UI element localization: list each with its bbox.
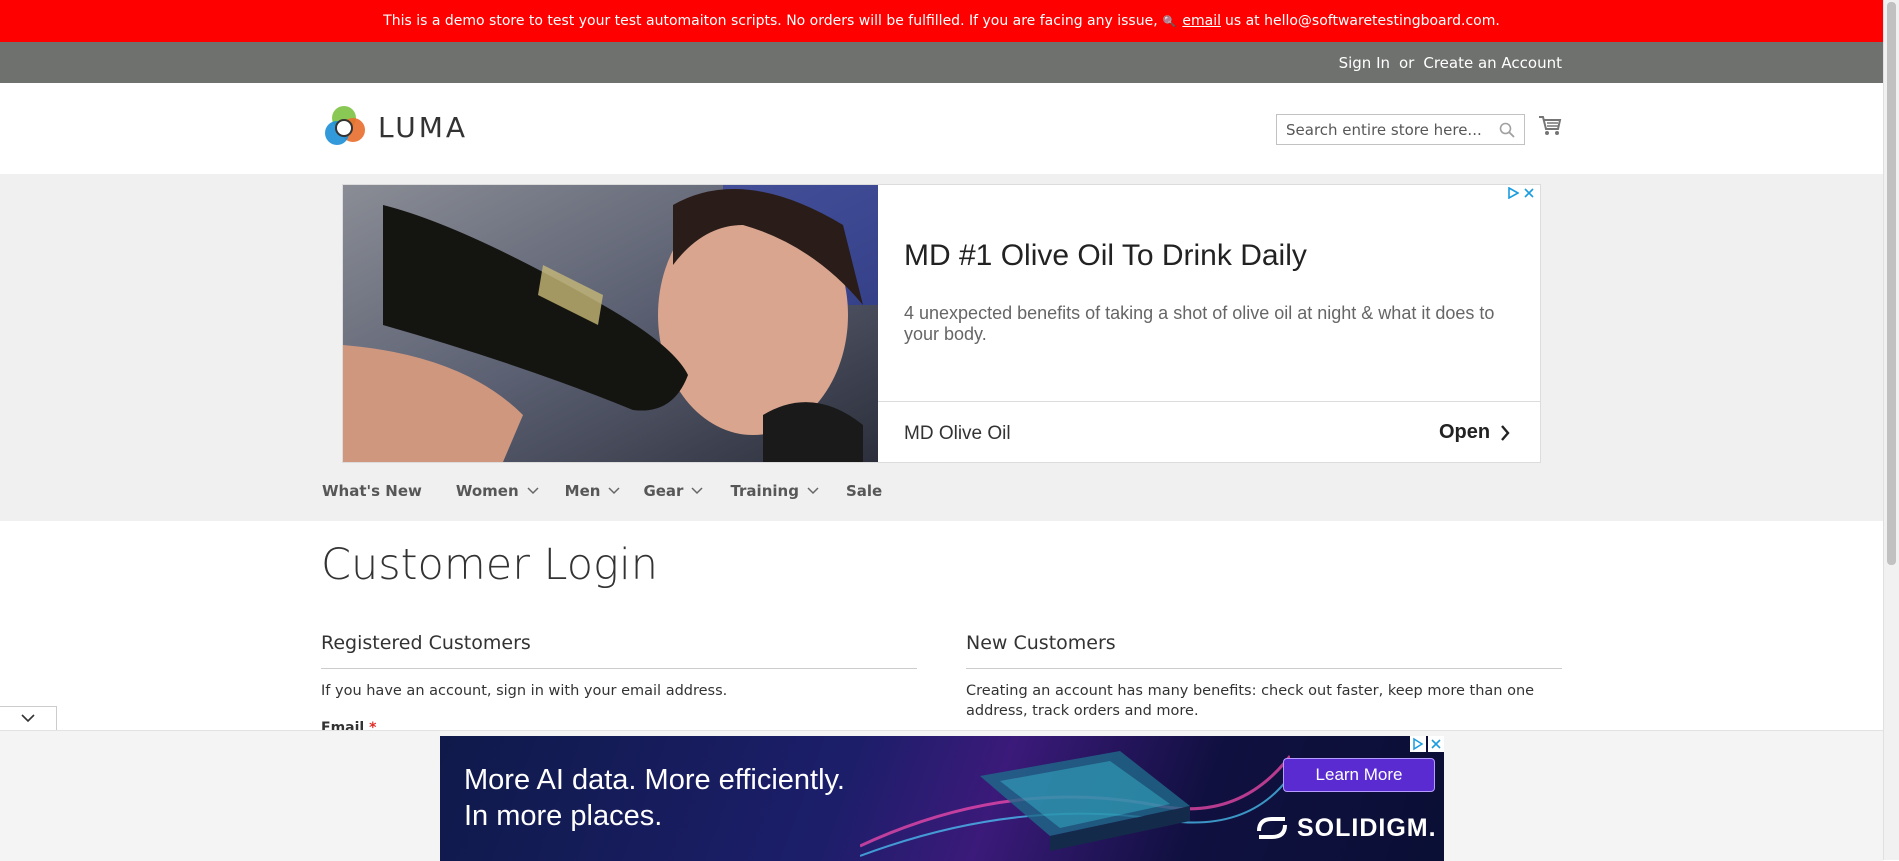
new-customers-block: New Customers Creating an account has ma… xyxy=(966,632,1562,721)
solidigm-brand: SOLIDIGM. xyxy=(1255,813,1437,843)
create-account-link[interactable]: Create an Account xyxy=(1423,54,1562,72)
ad-headline: More AI data. More efficiently. In more … xyxy=(464,762,845,834)
nav-item-sale[interactable]: Sale xyxy=(846,482,882,500)
nav-item-label: Training xyxy=(730,482,799,500)
ad-headline-line2: In more places. xyxy=(464,800,663,832)
header-links: Sign In or Create an Account xyxy=(1339,42,1562,83)
chevron-down-icon xyxy=(691,487,703,495)
ad-artwork xyxy=(860,751,1290,857)
nav-item-label: Gear xyxy=(643,482,684,500)
nav-item-label: Men xyxy=(564,482,601,500)
ad-choices-icon[interactable] xyxy=(1410,736,1426,752)
search-icon[interactable] xyxy=(1499,122,1515,138)
olive-oil-ad[interactable]: MD #1 Olive Oil To Drink Daily 4 unexpec… xyxy=(342,184,1541,463)
cart-icon xyxy=(1539,116,1562,135)
new-customers-text: Creating an account has many benefits: c… xyxy=(966,683,1535,719)
ad-title[interactable]: MD #1 Olive Oil To Drink Daily xyxy=(904,239,1307,273)
nav-item-training[interactable]: Training xyxy=(730,482,819,500)
ad-choices[interactable] xyxy=(1410,736,1444,752)
ad-open-label: Open xyxy=(1439,421,1491,443)
registered-customers-block: Registered Customers If you have an acco… xyxy=(321,632,917,701)
chevron-down-icon xyxy=(527,487,539,495)
cart-button[interactable] xyxy=(1538,115,1562,141)
nav-item-whats-new[interactable]: What's New xyxy=(322,482,422,500)
bottom-ad-bar: More AI data. More efficiently. In more … xyxy=(0,730,1883,861)
luma-logo-icon xyxy=(325,106,365,145)
nav-item-gear[interactable]: Gear xyxy=(643,482,703,500)
scrollbar-thumb[interactable] xyxy=(1887,2,1896,565)
nav-item-label: What's New xyxy=(322,482,422,500)
search-placeholder: Search entire store here... xyxy=(1286,120,1482,139)
close-icon[interactable] xyxy=(1524,188,1534,198)
ad-image[interactable] xyxy=(343,185,878,462)
page-header: LUMA Search entire store here... xyxy=(0,83,1883,174)
new-customers-heading: New Customers xyxy=(966,632,1562,669)
chevron-right-icon xyxy=(1501,424,1510,441)
page-scrollbar[interactable] xyxy=(1883,0,1899,860)
nav-section: MD #1 Olive Oil To Drink Daily 4 unexpec… xyxy=(0,174,1883,521)
sign-in-link[interactable]: Sign In xyxy=(1339,54,1390,72)
ad-advertiser[interactable]: MD Olive Oil xyxy=(904,423,1011,445)
luma-logo-text: LUMA xyxy=(378,110,469,144)
ad-description[interactable]: 4 unexpected benefits of taking a shot o… xyxy=(904,303,1514,345)
panel-header: Sign In or Create an Account xyxy=(0,42,1883,83)
ad-headline-line1: More AI data. More efficiently. xyxy=(464,764,845,796)
magnifier-icon: 🔍 xyxy=(1162,14,1177,28)
solidigm-logo-icon xyxy=(1257,817,1287,839)
learn-more-button[interactable]: Learn More xyxy=(1283,758,1435,792)
email-link[interactable]: email xyxy=(1182,13,1221,29)
nav-item-men[interactable]: Men xyxy=(565,482,621,500)
registered-customers-text: If you have an account, sign in with you… xyxy=(321,683,728,699)
solidigm-ad[interactable]: More AI data. More efficiently. In more … xyxy=(440,736,1444,861)
demo-notice-text: This is a demo store to test your test a… xyxy=(383,13,1158,29)
collapse-ad-button[interactable] xyxy=(0,706,57,730)
chevron-down-icon xyxy=(21,714,35,723)
luma-logo[interactable]: LUMA xyxy=(322,105,468,149)
nav-item-label: Women xyxy=(455,482,519,500)
search-input[interactable]: Search entire store here... xyxy=(1276,114,1525,145)
page-title: Customer Login xyxy=(321,540,659,590)
nav-item-label: Sale xyxy=(845,482,883,500)
or-separator: or xyxy=(1399,53,1415,72)
ad-divider xyxy=(878,401,1540,402)
close-icon[interactable] xyxy=(1428,736,1444,752)
chevron-down-icon xyxy=(807,487,819,495)
ad-choices-icon[interactable] xyxy=(1508,187,1519,199)
solidigm-brand-text: SOLIDIGM. xyxy=(1297,813,1437,842)
demo-notice-banner: This is a demo store to test your test a… xyxy=(0,0,1883,42)
nav-item-women[interactable]: Women xyxy=(456,482,539,500)
registered-customers-heading: Registered Customers xyxy=(321,632,917,669)
chevron-down-icon xyxy=(608,487,620,495)
main-nav: What's New Women Men Gear Training Sale xyxy=(322,482,916,500)
demo-notice-text-end: us at hello@softwaretestingboard.com. xyxy=(1224,13,1500,29)
ad-choices[interactable] xyxy=(1508,187,1534,199)
ad-open-button[interactable]: Open xyxy=(1439,421,1510,444)
